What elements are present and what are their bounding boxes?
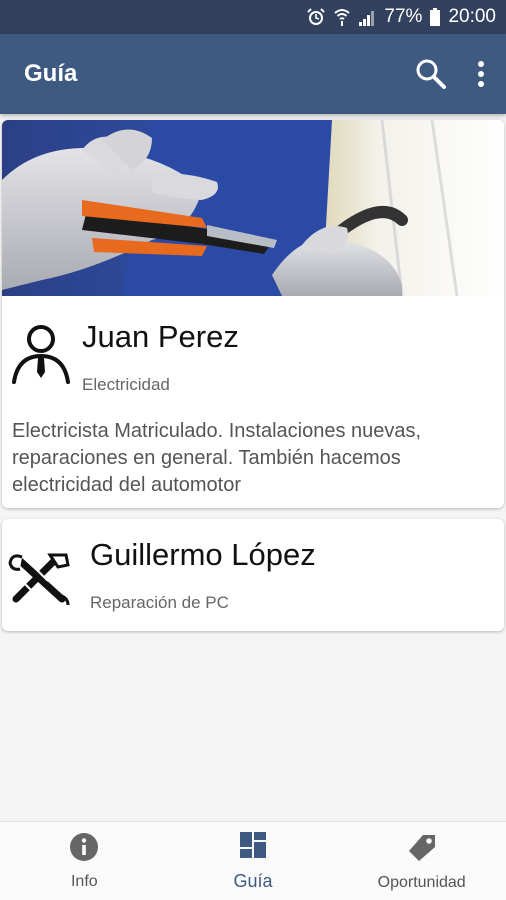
battery-percent: 77% bbox=[384, 6, 423, 27]
more-vert-icon[interactable] bbox=[476, 59, 486, 89]
signal-icon bbox=[358, 7, 376, 27]
nav-label: Guía bbox=[233, 871, 273, 891]
nav-item-oportunidad[interactable]: Oportunidad bbox=[337, 822, 506, 900]
page-title: Guía bbox=[24, 60, 78, 87]
app-bar-actions bbox=[414, 57, 506, 91]
search-icon[interactable] bbox=[414, 57, 448, 91]
listing-name: Juan Perez bbox=[82, 319, 239, 354]
battery-icon bbox=[430, 7, 441, 27]
bottom-nav: Info Guía Oportunidad bbox=[0, 821, 506, 900]
listing-category: Reparación de PC bbox=[90, 593, 229, 612]
tools-icon bbox=[8, 551, 72, 612]
info-icon bbox=[69, 832, 99, 867]
person-tie-icon bbox=[10, 322, 72, 389]
nav-item-info[interactable]: Info bbox=[0, 822, 169, 900]
wifi-icon bbox=[334, 7, 351, 27]
nav-item-guia[interactable]: Guía bbox=[169, 822, 338, 900]
nav-label: Info bbox=[70, 872, 98, 890]
alarm-icon bbox=[306, 7, 326, 27]
app-bar: Guía bbox=[0, 34, 506, 114]
status-bar: 77% 20:00 bbox=[0, 0, 506, 34]
listing-name: Guillermo López bbox=[90, 537, 316, 572]
hero-image bbox=[2, 120, 504, 296]
listing-description: Electricista Matriculado. Instalaciones … bbox=[12, 420, 422, 496]
dashboard-icon bbox=[238, 830, 268, 865]
tag-icon bbox=[405, 831, 439, 868]
listing-list: Juan Perez Electricidad Electricista Mat… bbox=[0, 114, 506, 821]
listing-card[interactable]: Guillermo López Reparación de PC bbox=[2, 519, 504, 631]
status-time: 20:00 bbox=[448, 6, 496, 27]
nav-label: Oportunidad bbox=[377, 873, 466, 891]
listing-category: Electricidad bbox=[82, 375, 170, 394]
listing-card[interactable]: Juan Perez Electricidad Electricista Mat… bbox=[2, 120, 504, 508]
